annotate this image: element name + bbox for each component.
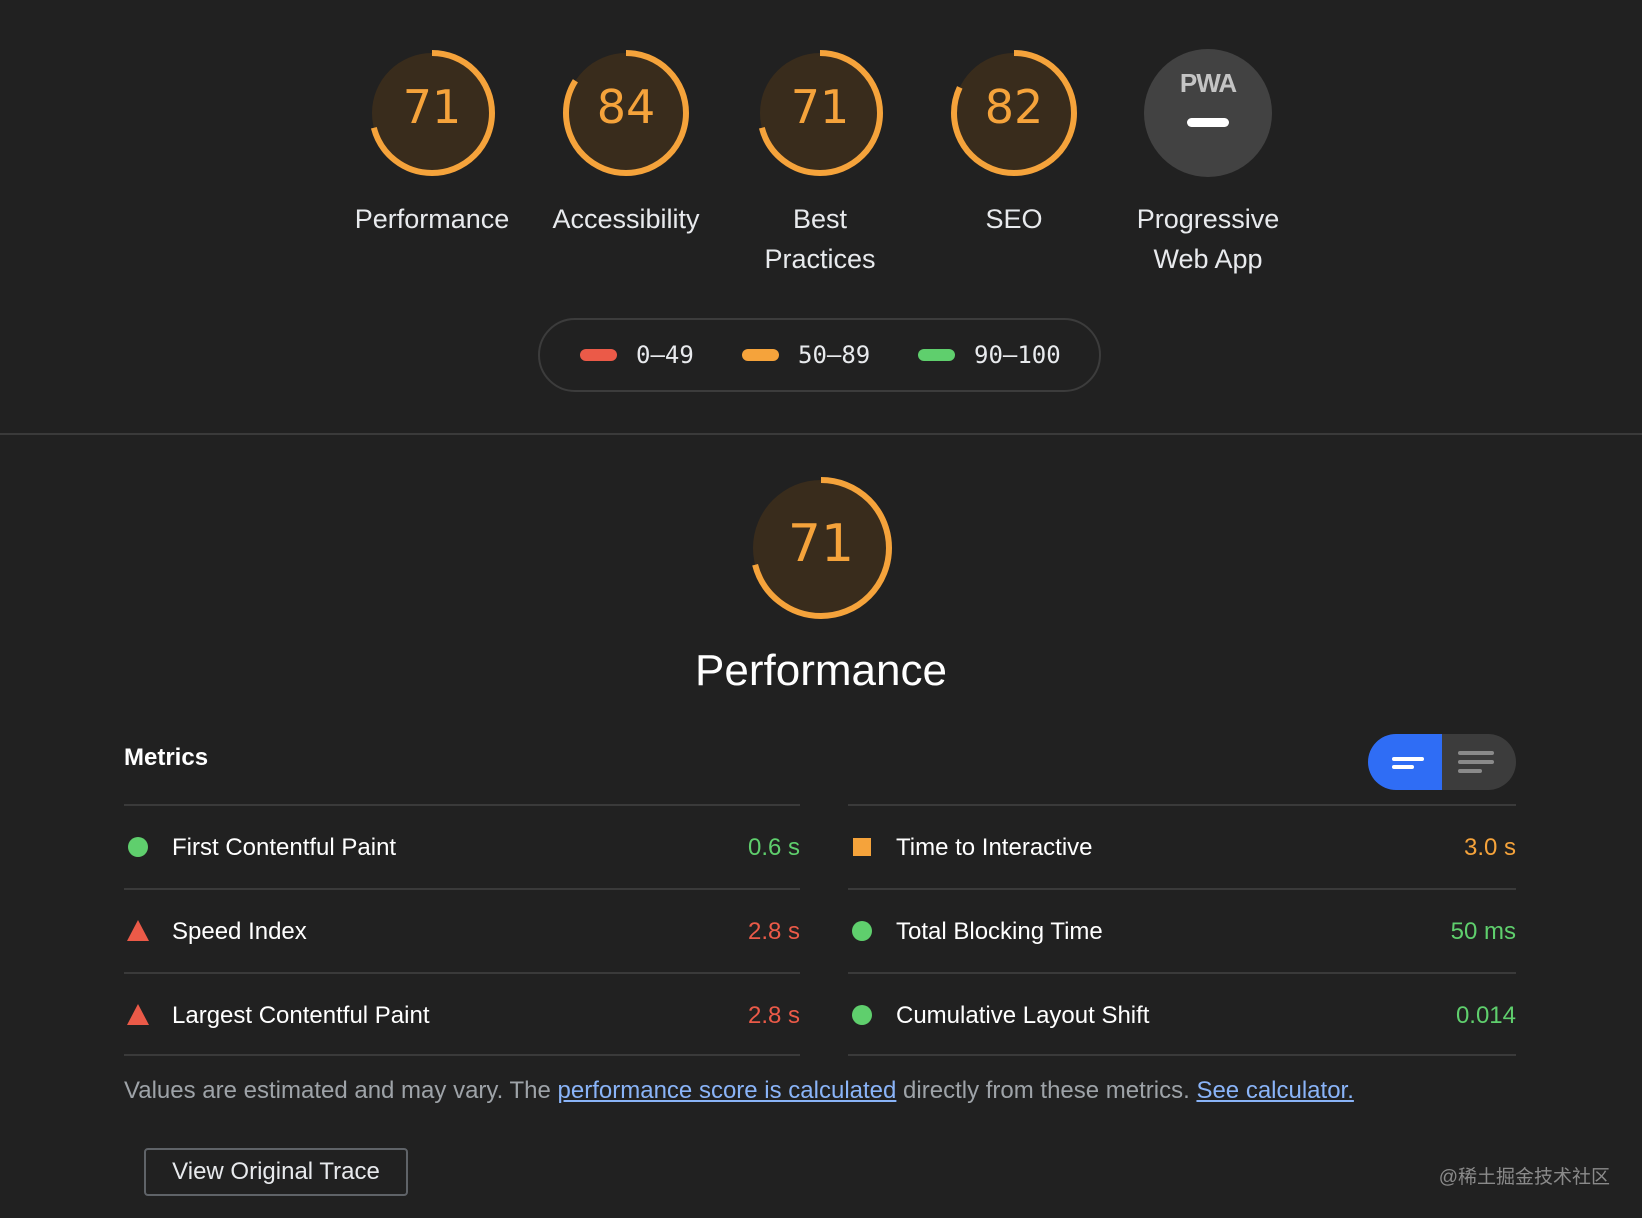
metric-label: First Contentful Paint bbox=[172, 833, 397, 861]
gauge-score: 71 bbox=[402, 80, 462, 134]
metric-label: Time to Interactive bbox=[896, 833, 1093, 861]
fail-triangle-icon bbox=[127, 1004, 149, 1025]
metric-speed-index[interactable]: Speed Index 2.8 s bbox=[124, 890, 800, 973]
legend-average-swatch bbox=[742, 349, 779, 361]
note-prefix: Values are estimated and may vary. The bbox=[124, 1077, 558, 1104]
legend-label: 0–49 bbox=[636, 341, 694, 369]
score-legend: 0–49 50–89 90–100 bbox=[538, 318, 1101, 392]
gauge-score: 71 bbox=[790, 80, 850, 134]
metric-value: 0.6 s bbox=[747, 833, 800, 861]
legend-item-average: 50–89 bbox=[742, 320, 870, 390]
gauge-score: 82 bbox=[984, 80, 1044, 134]
legend-item-pass: 90–100 bbox=[918, 320, 1061, 390]
legend-label: 50–89 bbox=[798, 341, 871, 369]
category-title: Performance bbox=[695, 646, 947, 695]
category-gauge: 71 bbox=[747, 474, 895, 622]
metric-label: Speed Index bbox=[172, 917, 307, 945]
legend-pass-swatch bbox=[918, 349, 955, 361]
summary-view-button[interactable] bbox=[1368, 734, 1442, 790]
view-original-trace-button[interactable]: View Original Trace bbox=[144, 1148, 408, 1196]
metric-time-to-interactive[interactable]: Time to Interactive 3.0 s bbox=[848, 806, 1516, 889]
metric-label: Cumulative Layout Shift bbox=[896, 1001, 1150, 1029]
gauge-label: Progressive Web App bbox=[1136, 204, 1280, 274]
metric-label: Largest Contentful Paint bbox=[172, 1001, 430, 1029]
fail-triangle-icon bbox=[127, 920, 149, 941]
see-calculator-link[interactable]: See calculator. bbox=[1196, 1077, 1353, 1104]
metric-total-blocking-time[interactable]: Total Blocking Time 50 ms bbox=[848, 890, 1516, 973]
category-score: 71 bbox=[787, 514, 855, 574]
metric-value: 2.8 s bbox=[747, 1001, 800, 1029]
score-calculated-link[interactable]: performance score is calculated bbox=[558, 1077, 897, 1104]
section-divider bbox=[0, 433, 1642, 435]
pwa-logo-text: PWA bbox=[1179, 68, 1237, 98]
pass-dot-icon bbox=[128, 837, 148, 857]
watermark: @稀土掘金技术社区 bbox=[1438, 1167, 1610, 1188]
legend-item-fail: 0–49 bbox=[580, 320, 694, 390]
metric-value: 2.8 s bbox=[747, 917, 800, 945]
metric-cumulative-layout-shift[interactable]: Cumulative Layout Shift 0.014 bbox=[848, 974, 1516, 1057]
gauge-score: 84 bbox=[596, 80, 656, 134]
metrics-note: Values are estimated and may vary. The p… bbox=[124, 1077, 1354, 1105]
gauge-pwa[interactable]: PWA Progressive Web App bbox=[1078, 46, 1338, 279]
metric-first-contentful-paint[interactable]: First Contentful Paint 0.6 s bbox=[124, 806, 800, 889]
metrics-heading: Metrics bbox=[124, 744, 209, 771]
metrics-view-toggle[interactable] bbox=[1368, 734, 1516, 790]
note-middle: directly from these metrics. bbox=[896, 1077, 1197, 1104]
metric-value: 50 ms bbox=[1450, 917, 1516, 945]
average-square-icon bbox=[853, 838, 871, 856]
detailed-view-button[interactable] bbox=[1442, 734, 1516, 790]
metric-value: 3.0 s bbox=[1463, 833, 1516, 861]
legend-fail-swatch bbox=[580, 349, 617, 361]
metric-value: 0.014 bbox=[1455, 1001, 1516, 1029]
pass-dot-icon bbox=[852, 1005, 872, 1025]
legend-label: 90–100 bbox=[974, 341, 1061, 369]
metric-largest-contentful-paint[interactable]: Largest Contentful Paint 2.8 s bbox=[124, 974, 800, 1057]
metric-label: Total Blocking Time bbox=[896, 917, 1103, 945]
pass-dot-icon bbox=[852, 921, 872, 941]
pwa-badge-icon bbox=[1144, 49, 1272, 177]
